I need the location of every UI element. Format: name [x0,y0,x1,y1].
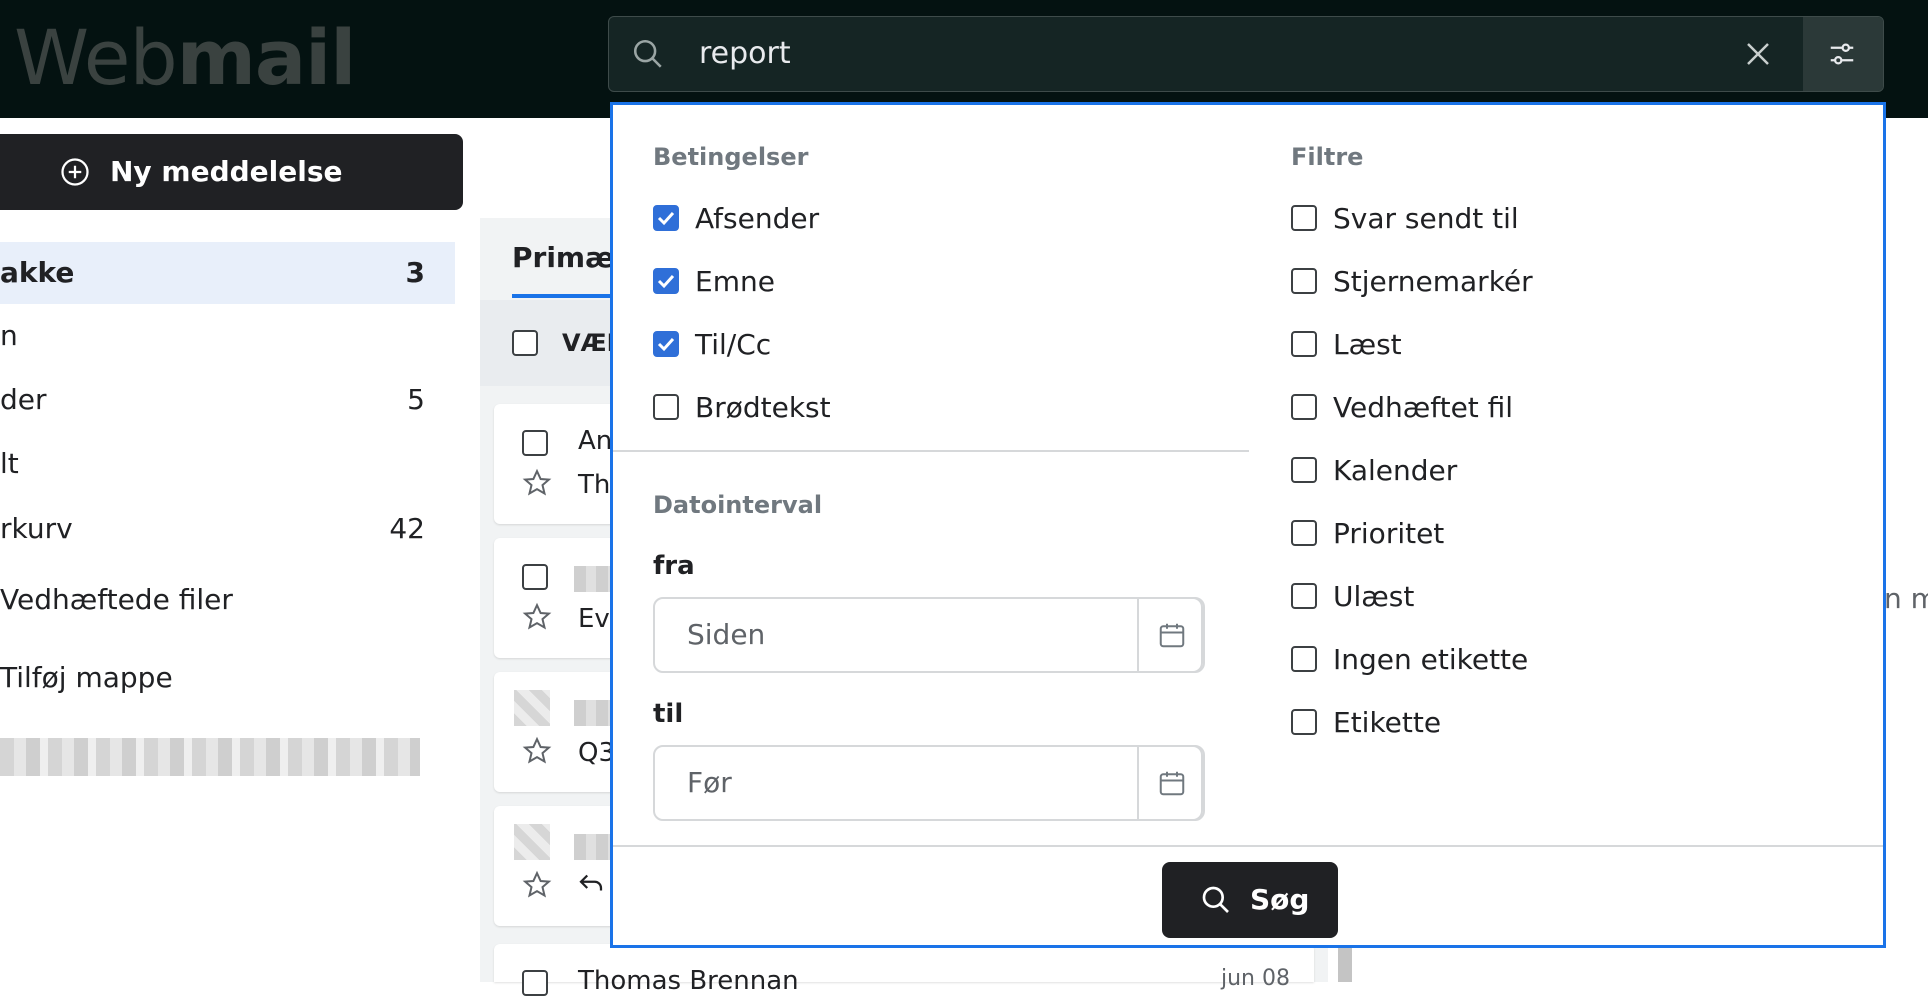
checkbox[interactable] [1291,709,1317,735]
divider [613,450,1249,452]
date-range-header: Datointerval [653,491,823,519]
subject: Th [578,470,611,500]
checkbox[interactable] [1291,394,1317,420]
filter-label: Læst [1333,328,1402,361]
star-icon[interactable] [522,736,552,766]
plus-circle-icon [61,158,89,186]
star-icon[interactable] [522,468,552,498]
filter-label: Stjernemarkér [1333,265,1533,298]
filter-label: Ingen etikette [1333,643,1529,676]
sidebar-item-count: 5 [407,383,425,416]
close-icon[interactable] [1743,39,1773,73]
avatar [514,690,550,726]
checkbox[interactable] [1291,268,1317,294]
sidebar-item-count: 42 [389,512,425,545]
row-checkbox[interactable] [522,970,548,996]
search-icon [1202,886,1229,913]
avatar [514,824,550,860]
sidebar-item-label: akke [0,256,75,289]
search-options-button[interactable] [1803,17,1883,91]
conditions-header: Betingelser [653,143,809,171]
to-date-placeholder: Før [687,766,732,799]
app-logo[interactable]: Webmail [14,14,356,102]
search-input[interactable]: report [699,17,791,91]
sidebar-item-label: Tilføj mappe [0,661,173,694]
list-item[interactable]: Thomas Brennan jun 08 [494,944,1314,996]
filter-label: Ulæst [1333,580,1415,613]
filter-label: Svar sendt til [1333,202,1519,235]
subject: Ev [578,604,610,634]
sender-name: Thomas Brennan [578,966,799,996]
checkbox[interactable] [1291,205,1317,231]
search-submit-label: Søg [1250,883,1310,916]
to-calendar-button[interactable] [1137,745,1203,821]
divider [613,845,1883,847]
checkbox[interactable] [653,268,679,294]
search-bar[interactable]: report [608,16,1884,92]
search-icon [631,37,665,75]
sidebar-item-3[interactable]: der 5 [0,369,455,431]
filter-label: Kalender [1333,454,1458,487]
sender-name: An [578,426,613,456]
sidebar-item-label: n [0,319,18,352]
row-checkbox[interactable] [522,430,548,456]
condition-label: Afsender [695,202,820,235]
filter-label: Etikette [1333,706,1442,739]
row-checkbox[interactable] [522,564,548,590]
to-label: til [653,699,684,729]
checkbox[interactable] [1291,583,1317,609]
tune-icon [1830,43,1854,65]
sidebar-item-4[interactable]: lt [0,433,455,495]
filters-header: Filtre [1291,143,1364,171]
from-calendar-button[interactable] [1137,597,1203,673]
advanced-search-panel: Betingelser Afsender Emne Til/Cc Brødtek… [610,102,1886,948]
calendar-icon [1159,771,1185,796]
row-date: jun 08 [1221,966,1290,991]
from-date-field[interactable]: Siden [653,597,1205,673]
star-icon[interactable] [522,870,552,900]
sidebar-item-inbox[interactable]: akke 3 [0,242,455,304]
calendar-icon [1159,623,1185,648]
star-icon[interactable] [522,602,552,632]
blurred-account-info [0,738,420,776]
filter-label: Prioritet [1333,517,1445,550]
condition-label: Emne [695,265,775,298]
search-submit-button[interactable]: Søg [1162,862,1338,938]
sidebar-item-count: 3 [405,256,425,289]
checkbox[interactable] [653,205,679,231]
checkbox[interactable] [1291,646,1317,672]
checkbox[interactable] [1291,520,1317,546]
new-message-label: Ny meddelelse [110,155,343,188]
to-date-field[interactable]: Før [653,745,1205,821]
sidebar-item-attachments[interactable]: Vedhæftede filer [0,569,455,631]
sidebar-item-label: der [0,383,47,416]
from-date-placeholder: Siden [687,618,766,651]
filter-label: Vedhæftet fil [1333,391,1514,424]
condition-label: Til/Cc [695,328,772,361]
reply-icon [579,874,603,891]
sidebar-item-add-folder[interactable]: Tilføj mappe [0,647,455,709]
checkbox[interactable] [653,331,679,357]
sidebar-item-label: rkurv [0,512,73,545]
sidebar-item-label: Vedhæftede filer [0,583,233,616]
new-message-button[interactable]: Ny meddelelse [0,134,463,210]
sidebar-item-2[interactable]: n [0,305,455,367]
sidebar-item-label: lt [0,447,19,480]
condition-label: Brødtekst [695,391,831,424]
checkbox[interactable] [653,394,679,420]
sidebar-item-trash[interactable]: rkurv 42 [0,498,455,560]
reading-pane-text: n m [1884,582,1928,615]
from-label: fra [653,551,695,581]
checkbox[interactable] [1291,331,1317,357]
select-all-checkbox[interactable] [512,330,538,356]
checkbox[interactable] [1291,457,1317,483]
